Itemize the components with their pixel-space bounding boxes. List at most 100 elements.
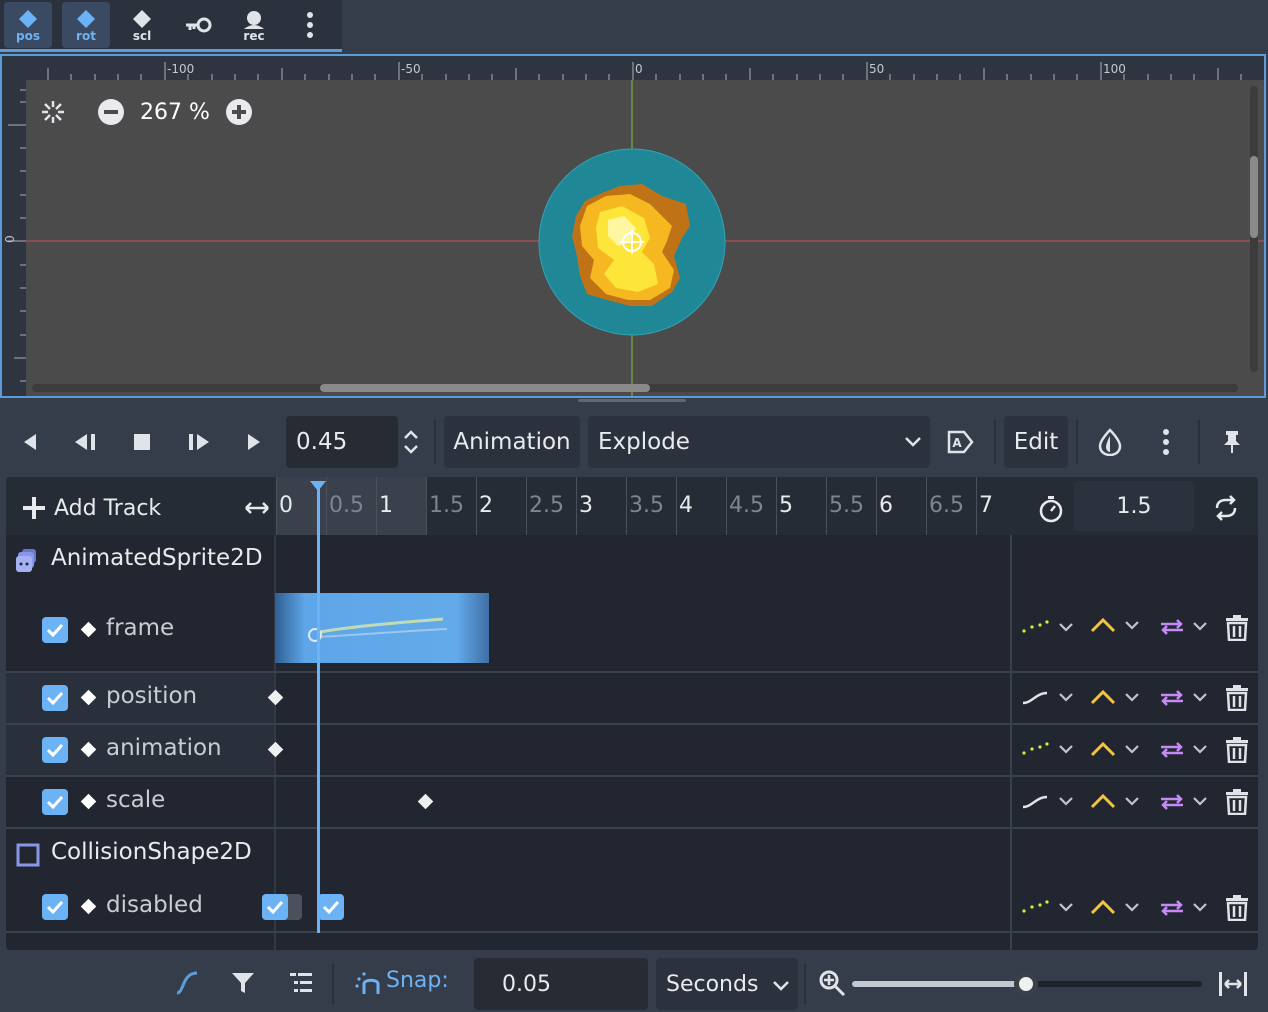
- snap-step-field[interactable]: 0.05: [474, 958, 648, 1010]
- trash-icon[interactable]: [1225, 789, 1249, 815]
- track-enable-checkbox[interactable]: [42, 685, 68, 711]
- time-spinner[interactable]: [396, 420, 426, 464]
- zoom-out-button[interactable]: [96, 97, 126, 127]
- autoplay-on-load-button[interactable]: A: [940, 420, 980, 464]
- current-time-field[interactable]: 0.45: [286, 416, 398, 468]
- animation-toolbar: 0.45 Animation Explode A Edit: [0, 408, 1268, 474]
- track-enable-checkbox[interactable]: [42, 617, 68, 643]
- group-name: AnimatedSprite2D: [51, 545, 263, 571]
- timeline-tick: 1: [379, 493, 393, 518]
- trash-icon[interactable]: [1225, 737, 1249, 763]
- snap-toggle-label[interactable]: Snap:: [386, 968, 449, 993]
- timeline-fit-icon[interactable]: [244, 501, 270, 515]
- chevron-down-icon: [1193, 797, 1207, 806]
- loop-icon[interactable]: [1212, 495, 1240, 521]
- interpolation-dropdown[interactable]: [1090, 615, 1140, 635]
- edit-menu-button[interactable]: Edit: [1004, 416, 1068, 468]
- insert-key-button[interactable]: [174, 2, 222, 48]
- loop-wrap-dropdown[interactable]: [1158, 686, 1208, 708]
- loop-wrap-dropdown[interactable]: [1158, 615, 1208, 637]
- track-enable-checkbox[interactable]: [42, 737, 68, 763]
- play-backwards-from-end-button[interactable]: [10, 420, 50, 464]
- horizontal-scrollbar-thumb[interactable]: [320, 384, 650, 392]
- update-mode-dropdown[interactable]: [1020, 687, 1074, 707]
- animation-select[interactable]: Explode: [588, 416, 930, 468]
- fit-timeline-icon[interactable]: [1218, 971, 1248, 997]
- checkmark-icon: [46, 623, 64, 637]
- track-row-scale[interactable]: scale: [6, 777, 1258, 829]
- canvas-viewport[interactable]: -100 -50 0 50 100 0 267 %: [0, 54, 1266, 398]
- track-type-icon: [80, 621, 97, 638]
- timeline-tick: 0: [279, 493, 293, 518]
- loop-wrap-dropdown[interactable]: [1158, 896, 1208, 918]
- play-from-current-button[interactable]: [178, 420, 218, 464]
- loop-wrap-dropdown[interactable]: [1158, 738, 1208, 760]
- zoom-in-button[interactable]: [224, 97, 254, 127]
- track-row-animation[interactable]: animation: [6, 725, 1258, 777]
- vertical-scrollbar-thumb[interactable]: [1250, 156, 1258, 238]
- center-view-button[interactable]: [38, 97, 68, 127]
- filter-icon[interactable]: [230, 970, 256, 996]
- trash-icon[interactable]: [1225, 685, 1249, 711]
- checkmark-icon: [46, 795, 64, 809]
- onion-skinning-button[interactable]: [1090, 420, 1130, 464]
- onion-skin-icon: [1098, 428, 1122, 456]
- panel-split-handle[interactable]: [578, 399, 686, 402]
- play-button[interactable]: [234, 420, 274, 464]
- edit-menu-label: Edit: [1013, 429, 1059, 455]
- add-track-button[interactable]: Add Track: [22, 491, 161, 525]
- timeline-tick: 2: [479, 493, 493, 518]
- discrete-mode-icon: [1022, 620, 1049, 633]
- center-view-icon: [42, 101, 64, 123]
- loop-wrap-dropdown[interactable]: [1158, 790, 1208, 812]
- animation-length-field[interactable]: 1.5: [1074, 481, 1194, 531]
- animation-clip-key[interactable]: [275, 593, 489, 663]
- chevron-down-icon: [1125, 621, 1139, 630]
- onion-options-button[interactable]: [1146, 420, 1186, 464]
- timeline-tick: 4: [679, 493, 693, 518]
- track-row-frame[interactable]: frame: [6, 587, 1258, 673]
- timeline-zoom-slider-grabber[interactable]: [1014, 972, 1038, 996]
- rot-key-button[interactable]: rot: [62, 2, 110, 48]
- plus-icon: [23, 497, 45, 519]
- track-enable-checkbox[interactable]: [42, 789, 68, 815]
- snap-unit-select[interactable]: Seconds: [656, 958, 798, 1010]
- timeline-tick: 0.5: [329, 493, 364, 518]
- trash-icon[interactable]: [1225, 615, 1249, 641]
- interpolation-dropdown[interactable]: [1090, 687, 1140, 707]
- interpolation-dropdown[interactable]: [1090, 739, 1140, 759]
- bool-key-0[interactable]: [262, 894, 302, 920]
- interpolation-dropdown[interactable]: [1090, 791, 1140, 811]
- zoom-level-label[interactable]: 267 %: [140, 100, 210, 125]
- more-options-button[interactable]: [286, 2, 334, 48]
- continuous-mode-icon: [1022, 691, 1048, 705]
- keyframe[interactable]: [417, 793, 434, 810]
- interpolation-dropdown[interactable]: [1090, 897, 1140, 917]
- track-row-position[interactable]: position: [6, 673, 1258, 725]
- track-row-disabled[interactable]: disabled: [6, 881, 1258, 933]
- snap-magnet-icon[interactable]: [354, 970, 382, 996]
- snap-step-value: 0.05: [502, 971, 551, 997]
- scl-key-button[interactable]: scl: [118, 2, 166, 48]
- pin-panel-button[interactable]: [1212, 420, 1252, 464]
- tree-list-icon[interactable]: [288, 970, 314, 996]
- update-mode-dropdown[interactable]: [1020, 617, 1074, 637]
- update-mode-dropdown[interactable]: [1020, 791, 1074, 811]
- track-group-animated-sprite: AnimatedSprite2D: [6, 535, 1258, 587]
- trash-icon[interactable]: [1225, 895, 1249, 921]
- playhead-handle-icon[interactable]: [310, 481, 326, 493]
- play-backwards-button[interactable]: [66, 420, 106, 464]
- snap-unit-value: Seconds: [666, 971, 759, 997]
- update-mode-dropdown[interactable]: [1020, 897, 1074, 917]
- animation-menu-button[interactable]: Animation: [444, 416, 580, 468]
- record-button[interactable]: rec: [230, 2, 278, 48]
- timeline-tick: 1.5: [429, 493, 464, 518]
- playhead-line[interactable]: [317, 483, 320, 933]
- pos-key-button[interactable]: pos: [4, 2, 52, 48]
- play-from-current-icon: [189, 434, 209, 450]
- bezier-curve-icon[interactable]: [174, 970, 200, 996]
- bool-key-1[interactable]: [318, 894, 344, 920]
- track-enable-checkbox[interactable]: [42, 894, 68, 920]
- update-mode-dropdown[interactable]: [1020, 739, 1074, 759]
- stop-button[interactable]: [122, 420, 162, 464]
